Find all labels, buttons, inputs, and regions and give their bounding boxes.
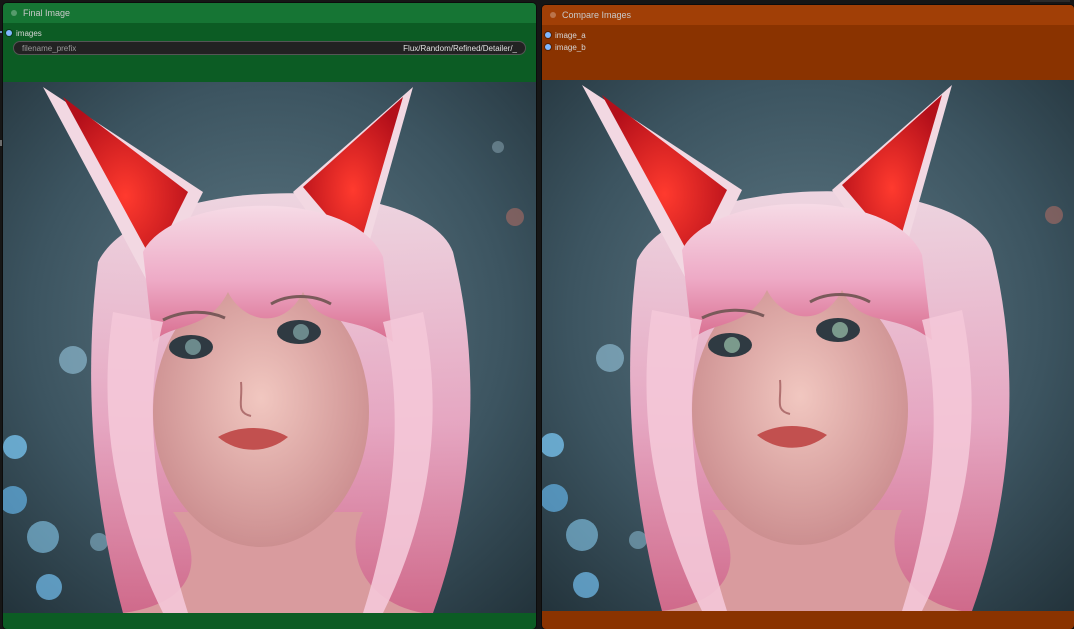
top-right-edge-fragment (1030, 0, 1070, 2)
wire-stub (0, 140, 2, 146)
compare-images-title: Compare Images (562, 10, 632, 20)
compare-image-preview[interactable] (542, 80, 1074, 611)
compare-images-node[interactable]: Compare Images image_a image_b (542, 5, 1074, 629)
final-image-preview (3, 82, 536, 613)
socket-dot-icon[interactable] (545, 32, 551, 38)
collapse-dot-icon[interactable] (550, 12, 556, 18)
socket-dot-icon[interactable] (545, 44, 551, 50)
filename-prefix-field[interactable]: filename_prefix Flux/Random/Refined/Deta… (13, 41, 526, 55)
filename-prefix-label: filename_prefix (22, 43, 77, 53)
collapse-dot-icon[interactable] (11, 10, 17, 16)
wire-endpoint (0, 31, 2, 33)
preview-illustration (542, 80, 1074, 611)
final-image-title: Final Image (23, 8, 71, 18)
node-graph-canvas[interactable]: Final Image images filename_prefix Flux/… (0, 0, 1074, 629)
image-a-input-row[interactable]: image_a (542, 29, 1074, 41)
final-image-title-bar[interactable]: Final Image (3, 3, 536, 23)
final-image-node[interactable]: Final Image images filename_prefix Flux/… (3, 3, 536, 629)
image-b-input-row[interactable]: image_b (542, 41, 1074, 53)
image-a-input-label: image_a (555, 30, 586, 40)
socket-dot-icon[interactable] (6, 30, 12, 36)
filename-prefix-value: Flux/Random/Refined/Detailer/_ (403, 43, 517, 53)
compare-images-title-bar[interactable]: Compare Images (542, 5, 1074, 25)
preview-illustration (3, 82, 536, 613)
image-b-input-label: image_b (555, 42, 586, 52)
images-input-label: images (16, 28, 42, 38)
images-input-row[interactable]: images (3, 27, 536, 39)
